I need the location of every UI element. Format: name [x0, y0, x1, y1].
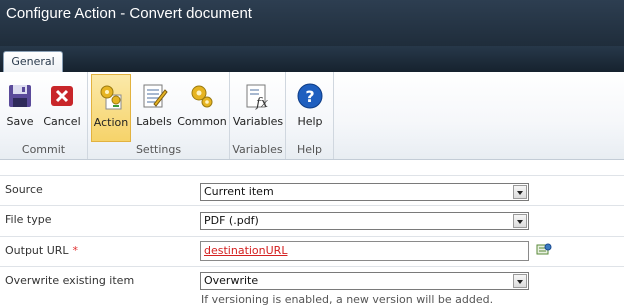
help-button[interactable]: ? Help — [290, 74, 330, 142]
chevron-down-icon[interactable] — [513, 214, 527, 228]
ribbon-group-label: Help — [296, 143, 323, 156]
cancel-button-label: Cancel — [43, 115, 81, 128]
file-type-row: File type PDF (.pdf) — [0, 205, 624, 236]
tab-general[interactable]: General — [3, 51, 63, 72]
required-marker: * — [72, 244, 79, 257]
labels-button-label: Labels — [136, 115, 172, 128]
variables-fx-icon: fx — [244, 82, 272, 111]
overwrite-hint: If versioning is enabled, a new version … — [201, 293, 494, 306]
overwrite-select-value: Overwrite — [204, 274, 259, 287]
output-url-label: Output URL * — [5, 244, 78, 257]
help-button-label: Help — [297, 115, 323, 128]
labels-button[interactable]: Labels — [134, 74, 174, 142]
source-select-value: Current item — [204, 185, 274, 198]
save-icon — [6, 82, 34, 110]
svg-text:fx: fx — [255, 96, 269, 110]
ribbon-group-label: Settings — [135, 143, 182, 156]
overwrite-row: Overwrite existing item Overwrite If ver… — [0, 266, 624, 308]
window-title: Configure Action - Convert document — [6, 5, 252, 22]
output-url-token[interactable]: destinationURL — [204, 244, 287, 257]
overwrite-select[interactable]: Overwrite — [200, 272, 529, 290]
source-select[interactable]: Current item — [200, 183, 529, 201]
ribbon-group-help: ? Help Help — [286, 72, 334, 159]
save-button-label: Save — [6, 115, 34, 128]
svg-text:?: ? — [305, 87, 314, 106]
cancel-button[interactable]: Cancel — [42, 74, 82, 142]
file-type-select-value: PDF (.pdf) — [204, 214, 259, 227]
output-url-row: Output URL * destinationURL — [0, 236, 624, 266]
ribbon-group-commit: Save Cancel Commit — [0, 72, 88, 159]
cancel-icon — [48, 82, 76, 110]
action-gears-icon — [97, 83, 125, 111]
ribbon-group-label: Commit — [21, 143, 66, 156]
common-gears-icon — [188, 82, 216, 110]
file-type-select[interactable]: PDF (.pdf) — [200, 212, 529, 230]
ribbon-group-settings: Action Labels Common Settings — [88, 72, 230, 159]
action-button[interactable]: Action — [91, 74, 131, 142]
save-button[interactable]: Save — [1, 74, 39, 142]
lookup-icon[interactable] — [536, 242, 552, 256]
source-row: Source Current item — [0, 175, 624, 205]
action-button-label: Action — [93, 116, 129, 129]
output-url-label-text: Output URL — [5, 244, 69, 257]
title-bar: Configure Action - Convert document — [0, 0, 624, 46]
source-label: Source — [5, 183, 43, 196]
ribbon-group-label: Variables — [232, 143, 283, 156]
help-icon: ? — [296, 82, 324, 110]
variables-button-label: Variables — [232, 115, 284, 128]
variables-button[interactable]: fx Variables — [232, 74, 284, 142]
ribbon: Save Cancel Commit Action Labels Common … — [0, 72, 624, 160]
common-button[interactable]: Common — [177, 74, 227, 142]
output-url-input[interactable]: destinationURL — [200, 241, 529, 261]
file-type-label: File type — [5, 213, 52, 226]
ribbon-group-variables: fx Variables Variables — [230, 72, 286, 159]
common-button-label: Common — [177, 115, 227, 128]
labels-icon — [140, 82, 168, 110]
chevron-down-icon[interactable] — [513, 274, 527, 288]
ribbon-tab-strip: General — [0, 46, 624, 72]
chevron-down-icon[interactable] — [513, 185, 527, 199]
overwrite-label: Overwrite existing item — [5, 274, 135, 287]
